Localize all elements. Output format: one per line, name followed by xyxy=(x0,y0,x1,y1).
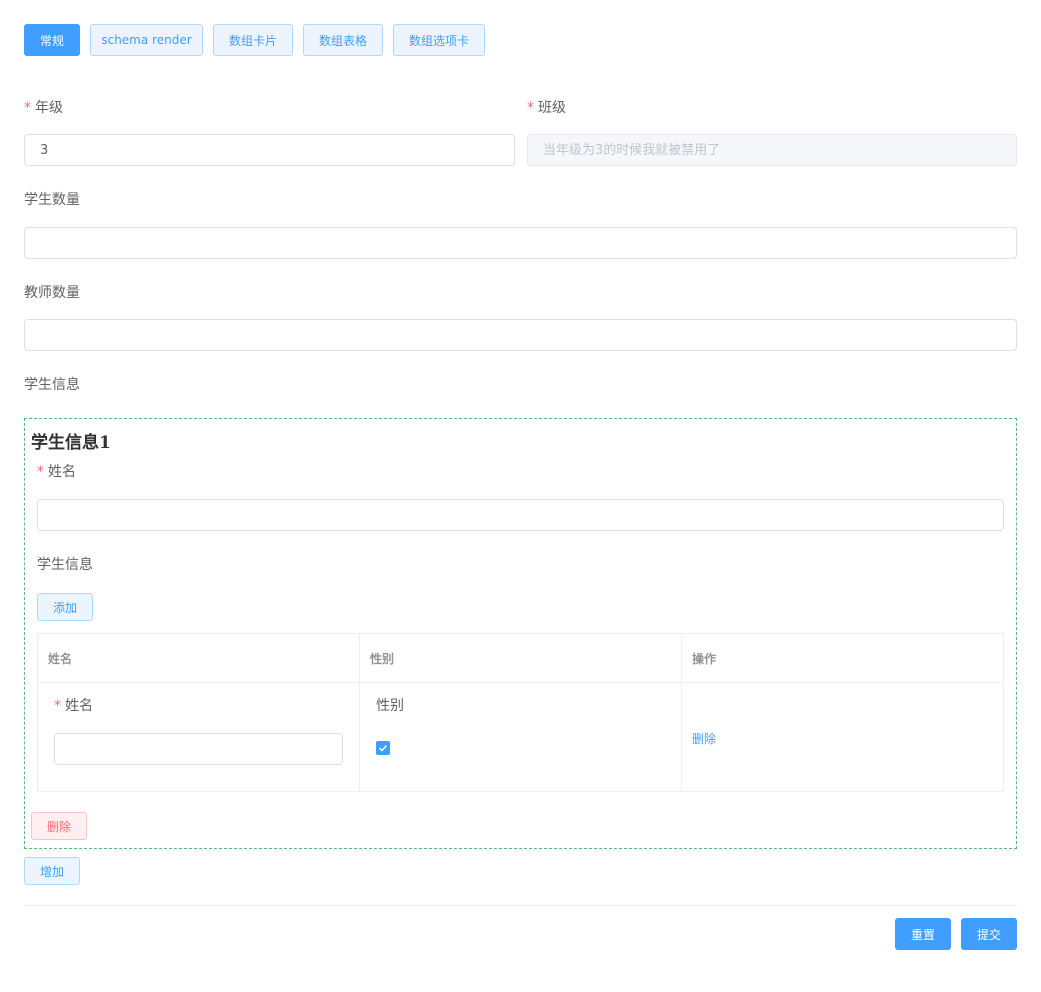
tab-general-label: 常规 xyxy=(39,33,64,48)
grade-input[interactable] xyxy=(24,134,515,166)
table-header-gender: 性别 xyxy=(360,634,682,683)
student-info-label: 学生信息 xyxy=(24,377,80,393)
column-divider xyxy=(359,634,360,791)
row-name-label-text: 姓名 xyxy=(65,698,93,714)
footer-divider xyxy=(24,905,1017,906)
tab-schema-render-label: schema render xyxy=(101,33,192,47)
required-mark: * xyxy=(54,698,61,714)
grade-label: * 年级 xyxy=(24,98,63,118)
card-name-label: * 姓名 xyxy=(37,462,76,482)
increase-button-label: 增加 xyxy=(39,864,64,879)
student-table: 姓名 性别 操作 * 姓名 性别 删除 xyxy=(37,633,1004,792)
add-row-button[interactable]: 添加 xyxy=(37,593,93,621)
required-mark: * xyxy=(527,100,534,116)
student-count-input[interactable] xyxy=(24,227,1017,259)
reset-button[interactable]: 重置 xyxy=(895,918,951,950)
card-name-label-text: 姓名 xyxy=(48,464,76,480)
nested-student-info-label: 学生信息 xyxy=(37,557,93,573)
card-title: 学生信息1 xyxy=(31,433,111,453)
grade-label-text: 年级 xyxy=(35,100,63,116)
column-divider xyxy=(681,634,682,791)
table-header-actions: 操作 xyxy=(682,634,1003,683)
tab-general[interactable]: 常规 xyxy=(24,24,80,56)
gender-checkbox[interactable] xyxy=(376,741,390,755)
card-name-input[interactable] xyxy=(37,499,1004,531)
required-mark: * xyxy=(37,464,44,480)
add-row-button-label: 添加 xyxy=(52,600,77,615)
table-header-name: 姓名 xyxy=(38,634,360,683)
tab-array-cards-label: 数组卡片 xyxy=(228,33,277,48)
tab-array-cards[interactable]: 数组卡片 xyxy=(213,24,293,56)
delete-card-button[interactable]: 删除 xyxy=(31,812,87,840)
delete-card-button-label: 删除 xyxy=(46,819,71,834)
checkmark-icon xyxy=(379,745,388,752)
tab-schema-render[interactable]: schema render xyxy=(90,24,203,56)
reset-button-label: 重置 xyxy=(910,927,935,942)
submit-button[interactable]: 提交 xyxy=(961,918,1017,950)
row-name-label: * 姓名 xyxy=(54,696,93,716)
submit-button-label: 提交 xyxy=(976,927,1001,942)
teacher-count-input[interactable] xyxy=(24,319,1017,351)
class-input[interactable] xyxy=(527,134,1017,166)
class-label: * 班级 xyxy=(527,98,566,118)
class-label-text: 班级 xyxy=(538,100,566,116)
row-name-input[interactable] xyxy=(54,733,343,765)
tab-array-table[interactable]: 数组表格 xyxy=(303,24,383,56)
row-gender-label: 性别 xyxy=(376,698,404,714)
teacher-count-label: 教师数量 xyxy=(24,285,80,301)
tab-array-tabs[interactable]: 数组选项卡 xyxy=(393,24,485,56)
tab-array-tabs-label: 数组选项卡 xyxy=(408,33,469,48)
required-mark: * xyxy=(24,100,31,116)
tab-array-table-label: 数组表格 xyxy=(318,33,367,48)
increase-button[interactable]: 增加 xyxy=(24,857,80,885)
student-count-label: 学生数量 xyxy=(24,192,80,208)
row-delete-link[interactable]: 删除 xyxy=(692,730,716,747)
